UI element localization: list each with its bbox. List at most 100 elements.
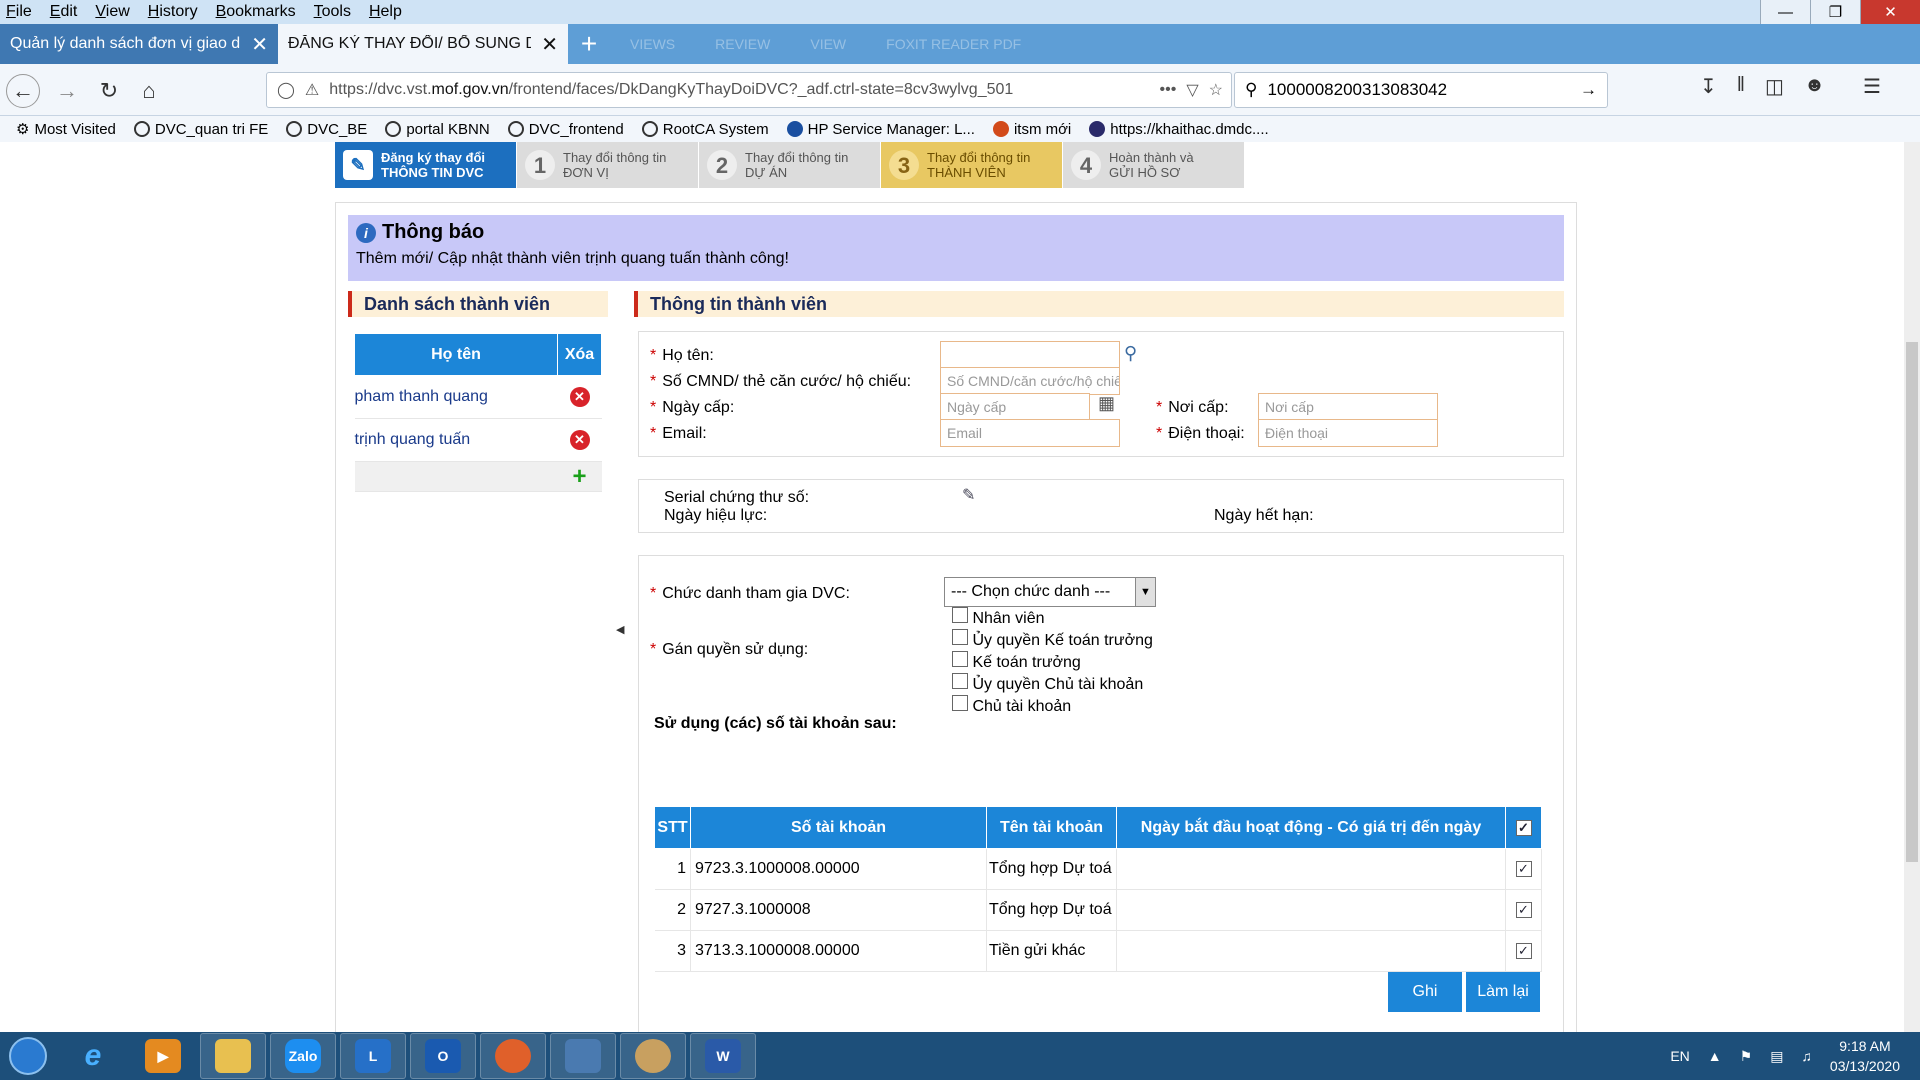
ie-taskbar-icon[interactable]: e [60, 1033, 126, 1079]
outlook-taskbar-icon[interactable]: O [410, 1033, 476, 1079]
hamburger-menu-icon[interactable]: ☰ [1863, 74, 1881, 99]
firefox-taskbar-icon[interactable] [480, 1033, 546, 1079]
download-icon[interactable]: ↧ [1700, 74, 1717, 99]
menu-history[interactable]: History [148, 3, 198, 21]
tab-close-icon[interactable]: ✕ [541, 32, 558, 57]
permission-option[interactable]: Ủy quyền Chủ tài khoản [952, 673, 1153, 695]
lookup-search-icon[interactable]: ⚲ [1124, 343, 1137, 364]
sidebar-icon[interactable]: ◫ [1765, 74, 1784, 99]
bookmark-portal-kbnn[interactable]: portal KBNN [385, 121, 490, 138]
table-row[interactable]: pham thanh quang ✕ [354, 375, 602, 419]
bookmark-dvc-frontend[interactable]: DVC_frontend [507, 121, 624, 138]
delete-icon[interactable]: ✕ [569, 430, 590, 450]
ngay-cap-input[interactable]: Ngày cấp [940, 393, 1090, 421]
lam-lai-button[interactable]: Làm lại [1466, 972, 1540, 1012]
new-tab-button[interactable]: + [568, 24, 610, 64]
paint-taskbar-icon[interactable] [620, 1033, 686, 1079]
back-arrow-icon[interactable]: ← [6, 74, 40, 108]
row-checkbox[interactable]: ✓ [1515, 943, 1532, 959]
table-row[interactable]: 2 9727.3.1000008 Tổng hợp Dự toá ✓ [654, 889, 1542, 931]
bookmark-star-icon[interactable]: ☆ [1209, 80, 1223, 100]
menu-help[interactable]: Help [369, 3, 402, 21]
checkbox[interactable] [952, 673, 968, 689]
bookmark-dvc-quan-tri[interactable]: DVC_quan tri FE [133, 121, 268, 138]
member-name-link[interactable]: pham thanh quang [354, 375, 558, 419]
bookmark-rootca[interactable]: RootCA System [641, 121, 769, 138]
home-icon[interactable]: ⌂ [132, 74, 166, 108]
volume-icon[interactable]: ♫ [1801, 1048, 1812, 1064]
ho-ten-input[interactable] [940, 341, 1120, 369]
menu-file[interactable]: File [6, 3, 32, 21]
tab-close-icon[interactable]: ✕ [251, 32, 268, 57]
network-icon[interactable]: ▤ [1770, 1048, 1783, 1065]
table-row[interactable]: trịnh quang tuấn ✕ [354, 418, 602, 462]
menu-edit[interactable]: Edit [50, 3, 78, 21]
go-arrow-icon[interactable]: → [1580, 80, 1597, 100]
lync-taskbar-icon[interactable]: L [340, 1033, 406, 1079]
permission-option[interactable]: Nhân viên [952, 607, 1153, 629]
media-player-taskbar-icon[interactable]: ▶ [130, 1033, 196, 1079]
cmnd-input[interactable]: Số CMND/căn cước/hộ chiếu [940, 367, 1120, 395]
table-row[interactable]: 3 3713.3.1000008.00000 Tiền gửi khác ✓ [654, 930, 1542, 972]
page-scrollbar[interactable] [1904, 142, 1920, 1032]
wizard-step-thong-tin-dvc[interactable]: ✎ Đăng ký thay đổi THÔNG TIN DVC [335, 142, 517, 188]
zalo-taskbar-icon[interactable]: Zalo [270, 1033, 336, 1079]
calendar-icon[interactable]: ▦ [1098, 393, 1115, 414]
usb-token-icon[interactable]: ✎ [962, 485, 975, 505]
checkbox[interactable] [952, 651, 968, 667]
bookmark-most-visited[interactable]: ⚙ Most Visited [16, 120, 116, 139]
clock[interactable]: 9:18 AM 03/13/2020 [1830, 1036, 1900, 1076]
menu-bookmarks[interactable]: Bookmarks [216, 3, 296, 21]
chevron-down-icon[interactable]: ▼ [1135, 578, 1155, 606]
reload-icon[interactable]: ↻ [92, 74, 126, 108]
window-close-button[interactable]: ✕ [1860, 0, 1920, 24]
menu-tools[interactable]: Tools [314, 3, 351, 21]
lock-warning-icon[interactable]: ⚠ [305, 80, 319, 100]
checkbox[interactable] [952, 695, 968, 711]
flag-icon[interactable]: ⚑ [1740, 1048, 1753, 1065]
tray-expand-icon[interactable]: ▲ [1708, 1048, 1722, 1064]
role-select[interactable]: --- Chọn chức danh --- ▼ [944, 577, 1156, 607]
minimize-button[interactable]: — [1760, 0, 1810, 24]
pocket-icon[interactable]: ▽ [1186, 80, 1198, 100]
library-icon[interactable]: ‖ [1737, 74, 1745, 99]
permission-option[interactable]: Kế toán trưởng [952, 651, 1153, 673]
file-explorer-taskbar-icon[interactable] [200, 1033, 266, 1079]
tab-dang-ky[interactable]: ĐĂNG KÝ THAY ĐỔI/ BỔ SUNG DỊCH ✕ [278, 24, 568, 64]
table-row[interactable]: 1 9723.3.1000008.00000 Tổng hợp Dự toá ✓ [654, 848, 1542, 890]
checkbox[interactable] [952, 629, 968, 645]
maximize-button[interactable]: ❐ [1810, 0, 1860, 24]
checkbox[interactable] [952, 607, 968, 623]
email-input[interactable]: Email [940, 419, 1120, 447]
splitter-handle-icon[interactable]: ◀ [616, 623, 624, 636]
scrollbar-thumb[interactable] [1906, 342, 1918, 862]
add-member-icon[interactable]: + [572, 463, 586, 490]
permission-option[interactable]: Ủy quyền Kế toán trưởng [952, 629, 1153, 651]
remote-desktop-taskbar-icon[interactable] [550, 1033, 616, 1079]
bookmark-dvc-be[interactable]: DVC_BE [286, 121, 367, 138]
url-bar[interactable]: ◯ ⚠ https://dvc.vst.mof.gov.vn/frontend/… [266, 72, 1232, 108]
menu-view[interactable]: View [95, 3, 129, 21]
select-all-checkbox[interactable]: ✓ [1515, 819, 1532, 836]
language-indicator[interactable]: EN [1670, 1048, 1689, 1064]
wizard-step-2[interactable]: 2 Thay đổi thông tin DỰ ÁN [699, 142, 881, 188]
delete-icon[interactable]: ✕ [569, 387, 590, 407]
noi-cap-input[interactable]: Nơi cấp [1258, 393, 1438, 421]
ghi-button[interactable]: Ghi [1388, 972, 1462, 1012]
member-name-link[interactable]: trịnh quang tuấn [354, 418, 558, 462]
bookmark-khaithac[interactable]: https://khaithac.dmdc.... [1089, 121, 1269, 138]
bookmark-hp-service[interactable]: HP Service Manager: L... [786, 121, 975, 138]
dien-thoai-input[interactable]: Điện thoại [1258, 419, 1438, 447]
bookmark-itsm[interactable]: itsm mới [992, 121, 1071, 138]
wizard-step-3[interactable]: 3 Thay đổi thông tin THÀNH VIÊN [881, 142, 1063, 188]
start-button[interactable] [0, 1032, 56, 1080]
word-taskbar-icon[interactable]: W [690, 1033, 756, 1079]
wizard-step-4[interactable]: 4 Hoàn thành và GỬI HỒ SƠ [1063, 142, 1245, 188]
permission-option[interactable]: Chủ tài khoản [952, 695, 1153, 717]
shield-icon[interactable]: ◯ [277, 80, 295, 100]
search-input[interactable]: 1000008200313083042 [1267, 80, 1570, 100]
search-bar[interactable]: ⚲ 1000008200313083042 → [1234, 72, 1608, 108]
page-actions-icon[interactable]: ••• [1160, 81, 1177, 99]
forward-arrow-icon[interactable]: → [50, 74, 84, 108]
row-checkbox[interactable]: ✓ [1515, 861, 1532, 877]
